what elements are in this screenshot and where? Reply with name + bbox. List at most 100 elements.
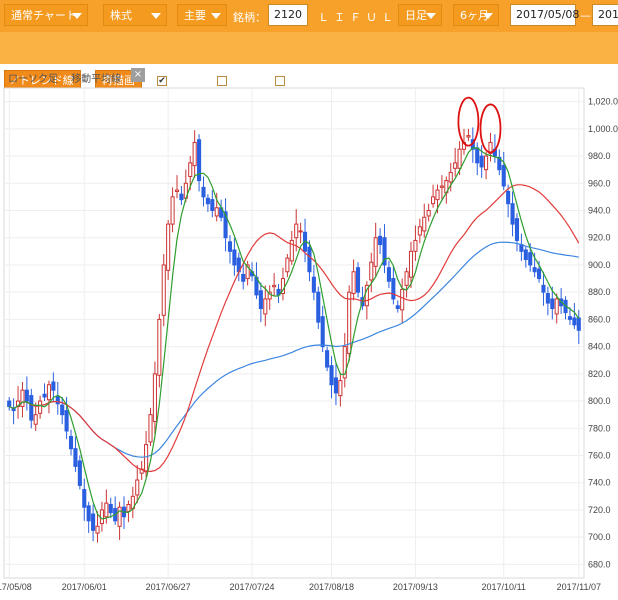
candle-body [95, 525, 100, 534]
symbol-input[interactable]: 2120 [268, 4, 308, 26]
candle-body [413, 239, 418, 252]
candle-body [510, 203, 515, 225]
candle-body [448, 171, 453, 183]
y-tick-label: 860.0 [588, 314, 611, 324]
candle-body [272, 284, 277, 288]
y-tick-label: 800.0 [588, 396, 611, 406]
candle-body [453, 162, 458, 169]
candle-body [307, 246, 312, 273]
chevron-down-icon [426, 13, 436, 19]
x-tick-label: 2017/07/24 [230, 582, 275, 592]
chart-legend: ローソク足 移動平均線 [8, 70, 131, 85]
candle-body [82, 489, 87, 508]
candle-body [479, 155, 484, 168]
candle-body [192, 141, 197, 167]
candle-body [333, 377, 338, 394]
candle-body [205, 197, 210, 205]
candle-body [320, 316, 325, 348]
y-tick-label: 700.0 [588, 532, 611, 542]
candle-body [422, 216, 427, 232]
candle-body [373, 237, 378, 267]
y-tick-label: 840.0 [588, 342, 611, 352]
y-tick-label: 980.0 [588, 151, 611, 161]
candle-body [426, 210, 431, 217]
candle-body [108, 504, 113, 514]
candle-body [338, 380, 343, 397]
candle-body [258, 290, 263, 310]
candle-body [431, 196, 436, 205]
y-tick-label: 1,000.0 [588, 124, 618, 134]
candle-body [417, 226, 422, 236]
candle-body [545, 293, 550, 304]
candle-body [294, 223, 299, 239]
candle-body [572, 317, 577, 326]
interval-dropdown[interactable]: 日足 [398, 4, 442, 26]
candle-body [325, 350, 330, 368]
candle-body [369, 261, 374, 281]
y-tick-label: 780.0 [588, 423, 611, 433]
candle-body [355, 267, 361, 293]
close-icon[interactable]: × [131, 68, 145, 82]
candle-body [316, 291, 321, 323]
candle-body [179, 193, 184, 201]
candle-body [378, 235, 383, 246]
candlestick-chart[interactable]: 1,020.0 1,000.0 980.0 960.0 940.0 920.0 900.0 8… [0, 84, 618, 600]
candle-body [135, 479, 140, 496]
date-separator: — [580, 9, 591, 22]
candle-body [73, 448, 78, 467]
y-tick-label: 880.0 [588, 287, 611, 297]
candle-body [117, 506, 122, 527]
candle-body [68, 435, 74, 450]
date-to-input[interactable]: 201 [592, 4, 618, 26]
y-tick-label: 920.0 [588, 233, 611, 243]
candle-body [466, 135, 471, 138]
candle-body [201, 186, 206, 198]
candle-body [435, 189, 440, 201]
candle-body [64, 410, 69, 432]
y-tick-label: 1,020.0 [588, 97, 618, 107]
y-tick-label: 940.0 [588, 206, 611, 216]
candle-body [170, 196, 175, 225]
candle-body [400, 288, 405, 311]
candle-body [51, 381, 56, 391]
candle-body [408, 250, 414, 278]
candle-body [550, 298, 555, 310]
candle-body [214, 207, 219, 217]
y-tick-label: 820.0 [588, 369, 611, 379]
candle-body [386, 267, 391, 282]
chart-type-dropdown[interactable]: 通常チャート [4, 4, 88, 26]
chevron-down-icon [483, 13, 493, 19]
candle-body [506, 190, 511, 205]
candle-body [148, 414, 153, 443]
candle-body [152, 373, 157, 422]
date-from-input[interactable]: 2017/05/08 [510, 4, 579, 26]
candle-body [104, 502, 109, 518]
y-tick-label: 740.0 [588, 478, 611, 488]
candle-body [514, 218, 520, 241]
candle-body [395, 305, 400, 309]
candle-body [285, 257, 290, 273]
candle-body [7, 400, 12, 407]
candle-body [554, 298, 559, 315]
candle-body [99, 509, 104, 525]
candle-body [157, 318, 162, 376]
x-tick-label: 2017/06/01 [62, 582, 107, 592]
market-dropdown[interactable]: 株式 [103, 4, 167, 26]
candle-body [263, 298, 268, 315]
top-toolbar: 通常チャート 株式 主要 銘柄： 2120 ＬＩＦＵＬＬ 日足 6ヶ月 2017… [0, 0, 618, 32]
candle-body [537, 268, 542, 280]
candle-body [144, 444, 149, 473]
mode-dropdown[interactable]: 主要 [177, 4, 227, 26]
candle-body [241, 273, 246, 282]
candle-body [91, 513, 96, 531]
candle-body [42, 393, 47, 398]
x-tick-label: 2017/05/08 [0, 582, 32, 592]
x-tick-label: 2017/09/13 [393, 582, 438, 592]
interval-label: 日足 [405, 9, 427, 22]
x-tick-label: 2017/10/11 [482, 582, 526, 592]
candle-body [439, 185, 444, 188]
candle-body [391, 278, 396, 300]
range-dropdown[interactable]: 6ヶ月 [453, 4, 499, 26]
candle-body [404, 271, 409, 286]
candle-body [29, 395, 34, 421]
